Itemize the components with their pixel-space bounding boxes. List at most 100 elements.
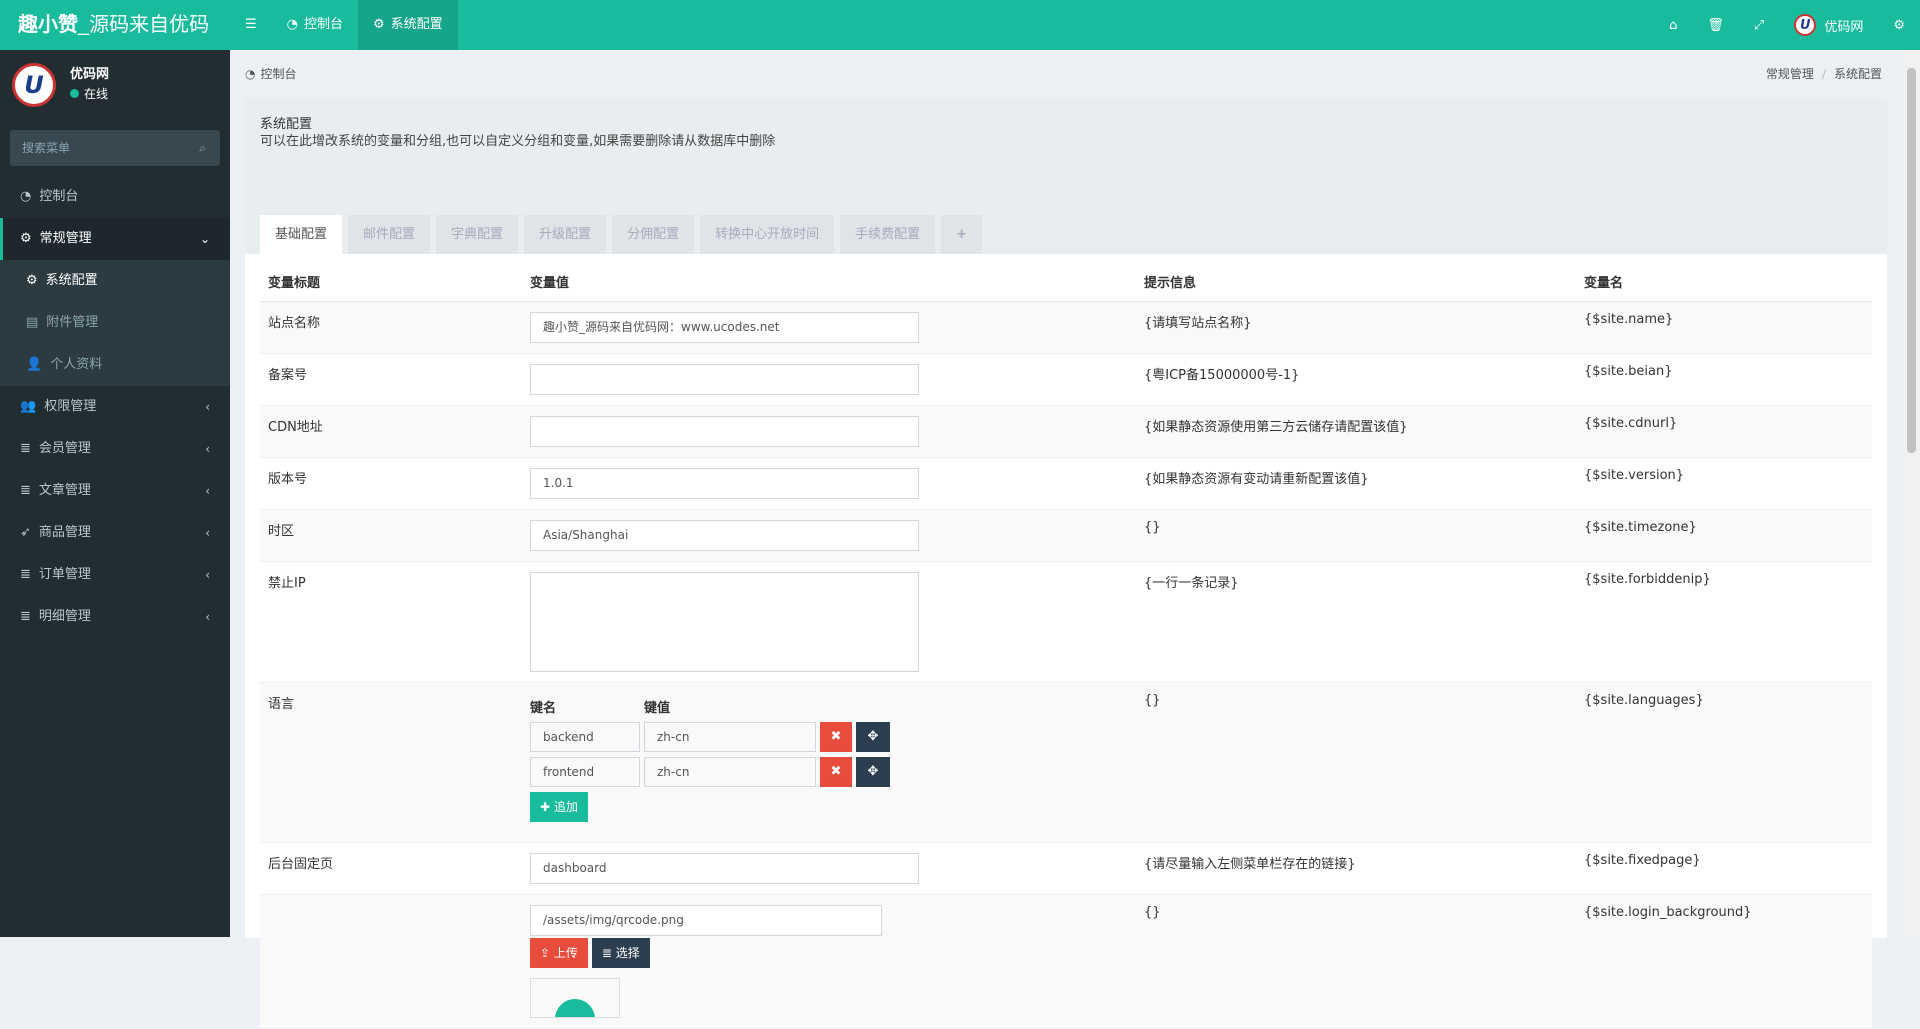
tab-dictionary[interactable]: 字典配置 <box>436 215 519 254</box>
chevron-left-icon: ‹ <box>205 400 210 414</box>
dashboard-icon: ◔ <box>286 17 298 32</box>
language-pair-row: frontend zh-cn ✖ ✥ <box>530 756 1128 787</box>
tab-fee[interactable]: 手续费配置 <box>840 215 936 254</box>
table-row: 语言 键名 键值 backend zh-cn ✖ ✥ frontend zh-cn <box>260 682 1872 843</box>
list-icon: ≣ <box>20 483 31 498</box>
scrollbar-thumb[interactable] <box>1907 68 1916 453</box>
chevron-left-icon: ‹ <box>205 610 210 624</box>
search-icon: ⌕ <box>199 141 206 155</box>
table-row: CDN地址 {如果静态资源使用第三方云储存请配置该值} {$site.cdnur… <box>260 405 1872 458</box>
move-icon: ✥ <box>867 728 879 744</box>
chevron-left-icon: ‹ <box>205 568 210 582</box>
tab-basic[interactable]: 基础配置 <box>260 215 343 254</box>
list-icon: ≣ <box>20 609 31 624</box>
fullscreen-button[interactable]: ⤢ <box>1739 0 1779 50</box>
sidebar-item-dashboard[interactable]: ◔ 控制台 <box>0 176 230 218</box>
list-icon: ≣ <box>601 945 612 960</box>
chevron-left-icon: ‹ <box>205 442 210 456</box>
header-value: 变量值 <box>522 263 1136 302</box>
login-background-input[interactable]: /assets/img/qrcode.png <box>530 904 882 936</box>
user-name: 优码网 <box>70 67 110 82</box>
header-name: 变量名 <box>1576 263 1872 302</box>
tab-dashboard[interactable]: ◔ 控制台 <box>272 0 358 50</box>
dashboard-icon: ◔ <box>245 66 256 81</box>
status-dot-icon <box>70 89 79 98</box>
sidebar-toggle-button[interactable]: ☰ <box>230 0 272 50</box>
chevron-left-icon: ‹ <box>205 526 210 540</box>
table-row: 禁止IP {一行一条记录} {$site.forbiddenip} <box>260 561 1872 683</box>
add-pair-button[interactable]: ✚ 追加 <box>530 791 588 822</box>
tab-upgrade[interactable]: 升级配置 <box>524 215 607 254</box>
upload-button[interactable]: ⇪ 上传 <box>530 937 588 968</box>
clear-cache-button[interactable]: 🗑 <box>1692 0 1739 50</box>
upload-icon: ⇪ <box>540 945 551 960</box>
language-value-input[interactable]: zh-cn <box>644 721 816 752</box>
timezone-input[interactable]: Asia/Shanghai <box>530 519 919 551</box>
drag-handle-button[interactable]: ✥ <box>856 721 890 752</box>
config-panel: 系统配置 可以在此增改系统的变量和分组,也可以自定义分组和变量,如果需要删除请从… <box>245 98 1887 1029</box>
forbiddenip-textarea[interactable] <box>530 571 919 672</box>
tab-email[interactable]: 邮件配置 <box>348 215 431 254</box>
trash-icon: 🗑 <box>1707 17 1724 33</box>
brand-logo[interactable]: 趣小赞_源码来自优码 <box>0 0 230 50</box>
tab-commission[interactable]: 分佣配置 <box>612 215 695 254</box>
background-thumbnail[interactable] <box>530 977 620 1018</box>
avatar: U <box>1794 14 1817 36</box>
config-table: 变量标题 变量值 提示信息 变量名 站点名称 趣小赞_源码来自优码网：www.u… <box>260 263 1872 1029</box>
user-panel: U 优码网 在线 <box>0 50 230 120</box>
add-tab-button[interactable]: + <box>941 215 983 254</box>
sidebar-item-general[interactable]: ⚙ 常规管理 ⌄ <box>0 218 230 260</box>
list-icon: ≣ <box>20 567 31 582</box>
language-key-input[interactable]: backend <box>530 721 640 752</box>
chevron-down-icon: ⌄ <box>199 232 210 246</box>
tab-conversion-time[interactable]: 转换中心开放时间 <box>700 215 835 254</box>
breadcrumb-dashboard[interactable]: ◔ 控制台 <box>245 65 297 82</box>
sidebar-search-input[interactable]: 搜索菜单 ⌕ <box>10 130 220 166</box>
top-navbar: 趣小赞_源码来自优码 ☰ ◔ 控制台 ⚙ 系统配置 ⌂ 🗑 ⤢ U 优码网 ⚙ <box>0 0 1920 50</box>
table-row: 站点名称 趣小赞_源码来自优码网：www.ucodes.net {请填写站点名称… <box>260 301 1872 354</box>
sidebar-item-article[interactable]: ≣ 文章管理 ‹ <box>0 470 230 512</box>
sidebar-item-profile[interactable]: 👤 个人资料 <box>0 344 230 386</box>
chevron-left-icon: ‹ <box>205 484 210 498</box>
sidebar-item-sysconfig[interactable]: ⚙ 系统配置 <box>0 260 230 302</box>
header-tip: 提示信息 <box>1136 263 1576 302</box>
sidebar-item-member[interactable]: ≣ 会员管理 ‹ <box>0 428 230 470</box>
control-sidebar-button[interactable]: ⚙ <box>1878 0 1920 50</box>
drag-handle-button[interactable]: ✥ <box>856 756 890 787</box>
rocket-icon: ➶ <box>20 525 31 540</box>
cogs-icon: ⚙ <box>20 231 32 246</box>
user-icon: 👤 <box>26 357 43 372</box>
language-key-input[interactable]: frontend <box>530 756 640 787</box>
sidebar-item-attachment[interactable]: ▤ 附件管理 <box>0 302 230 344</box>
remove-pair-button[interactable]: ✖ <box>820 756 852 787</box>
choose-button[interactable]: ≣ 选择 <box>591 937 650 968</box>
group-icon: 👥 <box>20 399 37 414</box>
sidebar-item-goods[interactable]: ➶ 商品管理 ‹ <box>0 512 230 554</box>
panel-description: 可以在此增改系统的变量和分组,也可以自定义分组和变量,如果需要删除请从数据库中删… <box>260 134 776 149</box>
cdnurl-input[interactable] <box>530 415 919 447</box>
sidebar: U 优码网 在线 搜索菜单 ⌕ ◔ 控制台 ⚙ 常规管理 ⌄ ⚙ 系统配置 ▤ 附件管理 👤… <box>0 50 230 937</box>
breadcrumb-general[interactable]: 常规管理 <box>1766 67 1814 81</box>
language-value-input[interactable]: zh-cn <box>644 756 816 787</box>
panel-heading: 系统配置 可以在此增改系统的变量和分组,也可以自定义分组和变量,如果需要删除请从… <box>245 98 1887 254</box>
cogs-icon: ⚙ <box>1893 17 1905 33</box>
fixedpage-input[interactable]: dashboard <box>530 852 919 884</box>
move-icon: ✥ <box>867 763 879 779</box>
user-menu[interactable]: U 优码网 <box>1779 0 1878 50</box>
tab-sysconfig[interactable]: ⚙ 系统配置 <box>358 0 458 50</box>
site-name-input[interactable]: 趣小赞_源码来自优码网：www.ucodes.net <box>530 311 919 343</box>
page-scrollbar[interactable] <box>1903 50 1920 937</box>
table-row: 备案号 {粤ICP备15000000号-1} {$site.beian} <box>260 353 1872 406</box>
beian-input[interactable] <box>530 363 919 395</box>
sidebar-item-auth[interactable]: 👥 权限管理 ‹ <box>0 386 230 428</box>
gear-icon: ⚙ <box>373 17 385 32</box>
file-image-icon: ▤ <box>26 315 39 330</box>
sidebar-item-detail[interactable]: ≣ 明细管理 ‹ <box>0 596 230 638</box>
main-content: ◔ 控制台 常规管理 / 系统配置 系统配置 可以在此增改系统的变量和分组,也可以自定… <box>230 50 1920 1029</box>
home-button[interactable]: ⌂ <box>1654 0 1692 50</box>
version-input[interactable]: 1.0.1 <box>530 467 919 499</box>
language-pair-row: backend zh-cn ✖ ✥ <box>530 721 1128 752</box>
remove-pair-button[interactable]: ✖ <box>820 721 852 752</box>
sidebar-item-order[interactable]: ≣ 订单管理 ‹ <box>0 554 230 596</box>
breadcrumb: ◔ 控制台 常规管理 / 系统配置 <box>245 65 1882 82</box>
